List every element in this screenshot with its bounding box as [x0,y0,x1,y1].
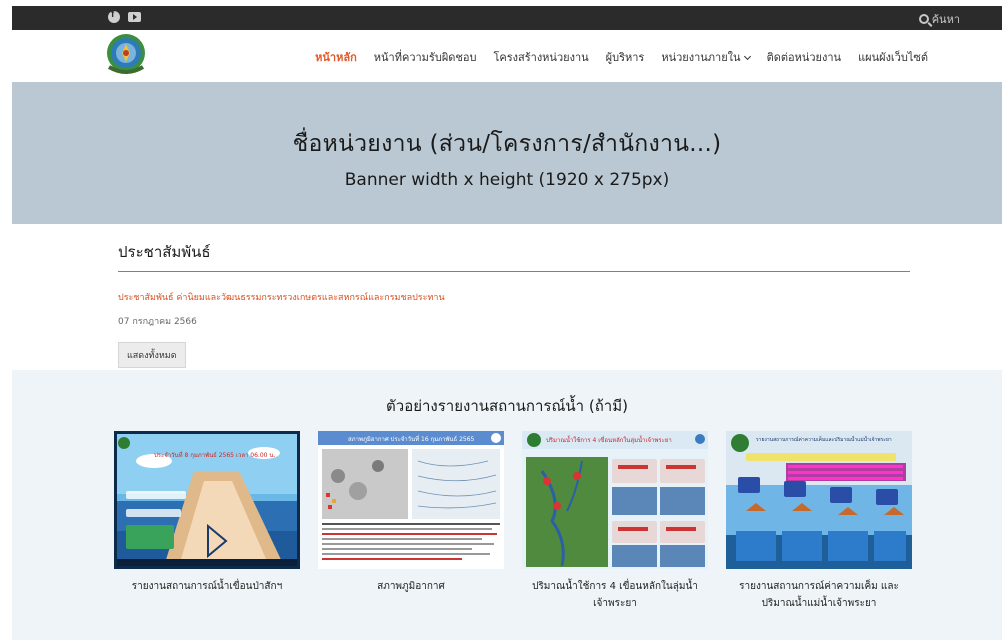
report-caption-1[interactable]: รายงานสถานการณ์น้ำเขื่อนป่าสักฯ [114,578,300,595]
nav-contact[interactable]: ติดต่อหน่วยงาน [767,48,842,66]
nav-home[interactable]: หน้าหลัก [315,48,357,66]
thumb-title-2: สภาพภูมิอากาศ ประจำวันที่ 16 กุมภาพันธ์ … [348,435,475,443]
water-report-section: ตัวอย่างรายงานสถานการณ์น้ำ (ถ้ามี) ประจำ… [12,370,1002,640]
section-title-water: ตัวอย่างรายงานสถานการณ์น้ำ (ถ้ามี) [386,397,628,415]
search-label: ค้นหา [931,13,960,26]
facebook-icon[interactable] [108,9,120,23]
dam-report-thumbnail[interactable]: ประจำวันที่ 8 กุมภาพันธ์ 2565 เวลา 06.00… [114,431,300,569]
show-all-button[interactable]: แสดงทั้งหมด [118,342,186,368]
nav-executives[interactable]: ผู้บริหาร [606,48,645,66]
nav-responsibilities[interactable]: หน้าที่ความรับผิดชอบ [374,48,477,66]
thumb-title-1: ประจำวันที่ 8 กุมภาพันธ์ 2565 เวลา 06.00… [154,451,275,459]
chevron-down-icon [743,52,751,61]
report-caption-4[interactable]: รายงานสถานการณ์ค่าความเค็ม และปริมาณน้ำแ… [726,578,912,612]
banner-title: ชื่อหน่วยงาน (ส่วน/โครงการ/สำนักงาน...) [292,131,722,157]
salinity-report-thumbnail[interactable]: รายงานสถานการณ์ค่าความเค็มและปริมาณน้ำแม… [726,431,912,569]
nav-structure[interactable]: โครงสร้างหน่วยงาน [493,48,588,66]
nav-internal-units-label: หน่วยงานภายใน [661,51,741,64]
section-title-pr: ประชาสัมพันธ์ [118,240,910,272]
youtube-icon[interactable] [128,12,141,22]
nav-internal-units[interactable]: หน่วยงานภายใน [661,48,751,66]
site-header: หน้าหลัก หน้าที่ความรับผิดชอบ โครงสร้างห… [12,30,1002,82]
social-links [108,9,141,23]
main-nav: หน้าหลัก หน้าที่ความรับผิดชอบ โครงสร้างห… [298,48,928,66]
weather-report-thumbnail[interactable]: สภาพภูมิอากาศ ประจำวันที่ 16 กุมภาพันธ์ … [318,431,504,569]
logo-icon[interactable] [106,33,146,77]
pr-item-link[interactable]: ประชาสัมพันธ์ ค่านิยมและวัฒนธรรมกระทรวงเ… [118,290,910,304]
report-card: ปริมาณน้ำใช้การ 4 เขื่อนหลักในลุ่มน้ำเจ้… [522,431,708,612]
report-card: สภาพภูมิอากาศ ประจำวันที่ 16 กุมภาพันธ์ … [318,431,504,595]
hero-banner: ชื่อหน่วยงาน (ส่วน/โครงการ/สำนักงาน...) … [12,82,1002,224]
banner-subtitle: Banner width x height (1920 x 275px) [344,170,670,190]
report-card: รายงานสถานการณ์ค่าความเค็มและปริมาณน้ำแม… [726,431,912,612]
four-dams-report-thumbnail[interactable]: ปริมาณน้ำใช้การ 4 เขื่อนหลักในลุ่มน้ำเจ้… [522,431,708,569]
report-card: ประจำวันที่ 8 กุมภาพันธ์ 2565 เวลา 06.00… [114,431,300,595]
search-button[interactable]: ค้นหา [918,10,960,28]
report-caption-3[interactable]: ปริมาณน้ำใช้การ 4 เขื่อนหลักในลุ่มน้ำเจ้… [522,578,708,612]
top-bar: ค้นหา [12,6,1002,30]
pr-section: ประชาสัมพันธ์ ประชาสัมพันธ์ ค่านิยมและวั… [118,240,910,368]
pr-item-date: 07 กรกฎาคม 2566 [118,317,197,327]
search-icon [918,14,929,24]
nav-sitemap[interactable]: แผนผังเว็บไซต์ [858,48,928,66]
report-caption-2[interactable]: สภาพภูมิอากาศ [318,578,504,595]
